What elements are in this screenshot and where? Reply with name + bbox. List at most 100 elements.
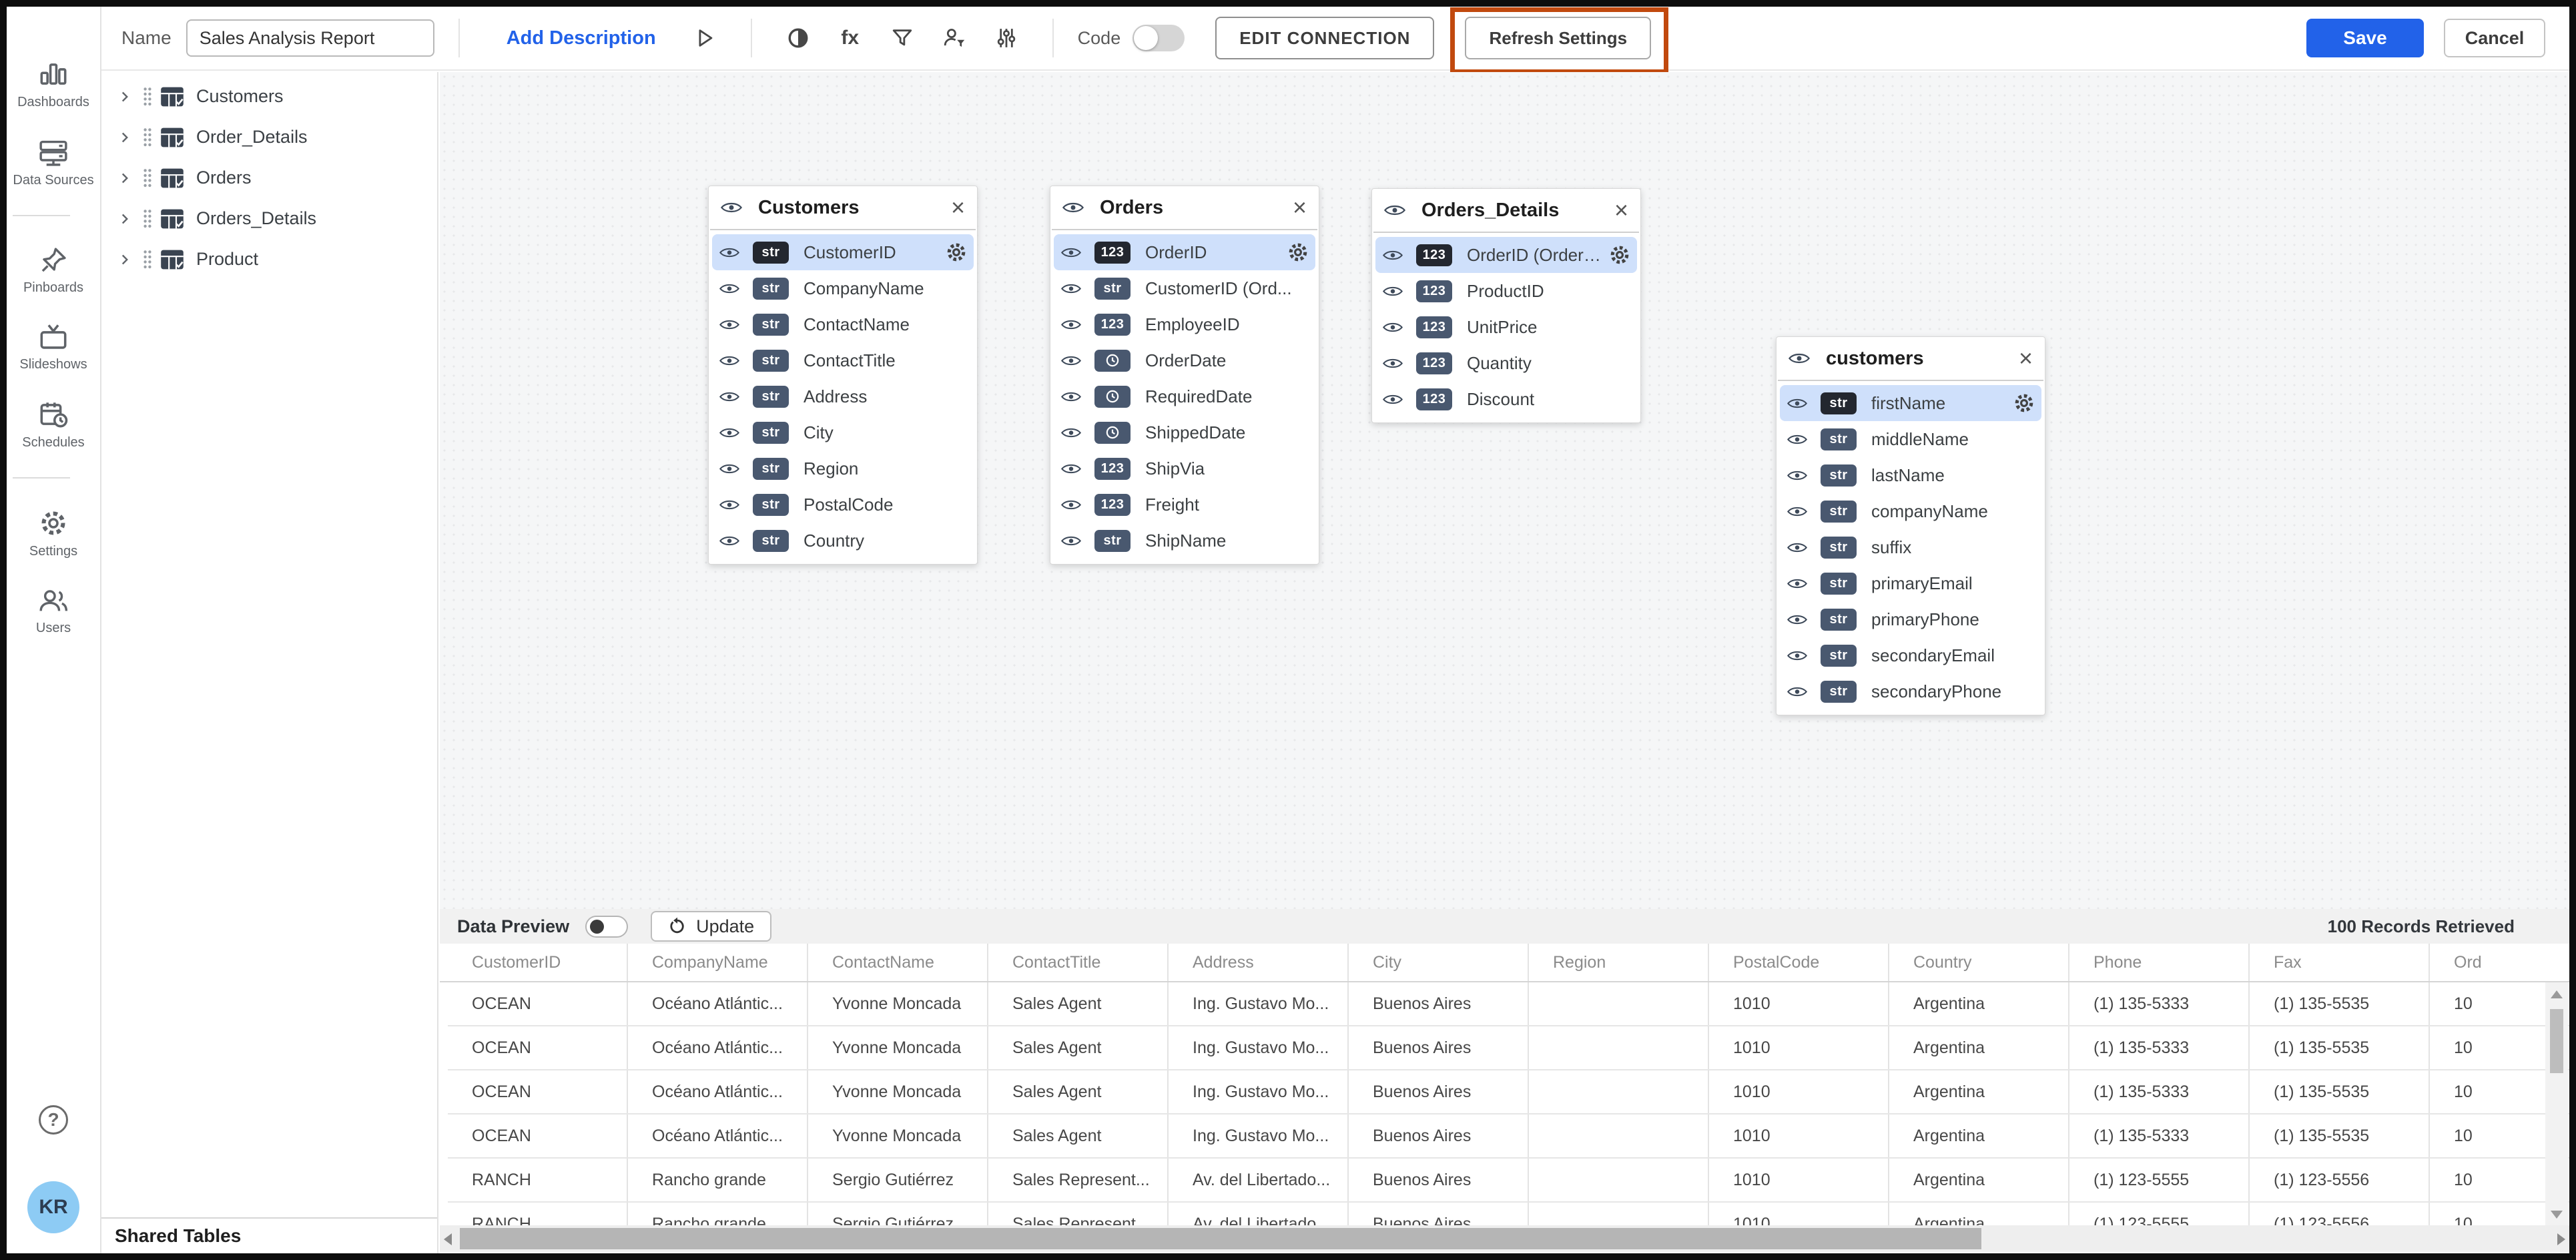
refresh-settings-button[interactable]: Refresh Settings: [1465, 17, 1651, 59]
sidebar-item-users[interactable]: Users: [13, 586, 93, 636]
field-row-country[interactable]: str Country: [709, 523, 977, 559]
field-row-companyname[interactable]: str CompanyName: [709, 270, 977, 306]
field-row-middlename[interactable]: str middleName: [1777, 421, 2045, 457]
help-icon[interactable]: ?: [39, 1105, 68, 1135]
field-row-orderid[interactable]: 123 OrderID: [1054, 234, 1315, 270]
table-card-customers[interactable]: customers × str firstName str middleName…: [1776, 336, 2045, 715]
drag-handle-icon[interactable]: [143, 87, 152, 107]
scroll-right-arrow[interactable]: [2557, 1233, 2565, 1245]
eye-icon[interactable]: [1789, 352, 1810, 365]
sliders-icon[interactable]: [991, 23, 1022, 53]
table-card-customers[interactable]: Customers × str CustomerID str CompanyNa…: [708, 186, 978, 565]
chevron-right-icon[interactable]: [116, 88, 133, 105]
sidebar-item-slideshows[interactable]: Slideshows: [13, 322, 93, 372]
gear-icon[interactable]: [1287, 241, 1309, 264]
field-row-lastname[interactable]: str lastName: [1777, 457, 2045, 493]
filter-icon[interactable]: [887, 23, 918, 53]
field-row-suffix[interactable]: str suffix: [1777, 529, 2045, 565]
close-icon[interactable]: ×: [951, 196, 965, 220]
field-row-secondaryemail[interactable]: str secondaryEmail: [1777, 637, 2045, 673]
close-icon[interactable]: ×: [2019, 346, 2033, 370]
eye-icon[interactable]: [719, 535, 739, 547]
field-row-productid[interactable]: 123 ProductID: [1372, 273, 1640, 309]
sidebar-item-data-sources[interactable]: Data Sources: [13, 137, 93, 188]
eye-icon[interactable]: [1383, 321, 1403, 334]
gear-icon[interactable]: [1608, 244, 1631, 266]
horizontal-scroll-thumb[interactable]: [460, 1228, 1981, 1249]
eye-icon[interactable]: [719, 390, 739, 403]
table-card-orders_details[interactable]: Orders_Details × 123 OrderID (Orders_De.…: [1371, 188, 1641, 423]
eye-icon[interactable]: [1061, 462, 1081, 475]
eye-icon[interactable]: [719, 499, 739, 511]
field-row-discount[interactable]: 123 Discount: [1372, 381, 1640, 417]
add-description-link[interactable]: Add Description: [507, 27, 656, 49]
field-row-freight[interactable]: 123 Freight: [1050, 487, 1319, 523]
field-row-region[interactable]: str Region: [709, 450, 977, 487]
drag-handle-icon[interactable]: [143, 250, 152, 270]
eye-icon[interactable]: [1383, 249, 1403, 262]
eye-icon[interactable]: [1383, 393, 1403, 406]
drag-handle-icon[interactable]: [143, 127, 152, 147]
eye-icon[interactable]: [1787, 613, 1807, 626]
field-row-companyname[interactable]: str companyName: [1777, 493, 2045, 529]
field-row-unitprice[interactable]: 123 UnitPrice: [1372, 309, 1640, 345]
eye-icon[interactable]: [719, 246, 739, 259]
sidebar-item-dashboards[interactable]: Dashboards: [13, 59, 93, 110]
field-row-city[interactable]: str City: [709, 414, 977, 450]
vertical-scrollbar[interactable]: [2545, 982, 2568, 1225]
eye-icon[interactable]: [1787, 433, 1807, 446]
eye-icon[interactable]: [1787, 685, 1807, 698]
data-preview-toggle[interactable]: [585, 916, 628, 938]
field-row-shippeddate[interactable]: ShippedDate: [1050, 414, 1319, 450]
eye-icon[interactable]: [1061, 354, 1081, 367]
sidebar-item-schedules[interactable]: Schedules: [13, 399, 93, 450]
tree-item-customers[interactable]: Customers: [101, 76, 437, 117]
field-row-orderid-orders-de-[interactable]: 123 OrderID (Orders_De...: [1375, 237, 1637, 273]
schema-canvas[interactable]: Customers × str CustomerID str CompanyNa…: [440, 72, 2569, 909]
horizontal-scrollbar[interactable]: [440, 1225, 2569, 1252]
play-icon[interactable]: [689, 23, 720, 53]
scroll-left-arrow[interactable]: [444, 1233, 452, 1245]
field-row-requireddate[interactable]: RequiredDate: [1050, 378, 1319, 414]
chevron-right-icon[interactable]: [116, 251, 133, 268]
chevron-right-icon[interactable]: [116, 129, 133, 146]
field-row-shipvia[interactable]: 123 ShipVia: [1050, 450, 1319, 487]
vertical-scroll-thumb[interactable]: [2550, 1009, 2563, 1073]
name-input[interactable]: [186, 19, 434, 57]
sidebar-item-settings[interactable]: Settings: [13, 508, 93, 559]
edit-connection-button[interactable]: EDIT CONNECTION: [1215, 17, 1434, 59]
field-row-contactname[interactable]: str ContactName: [709, 306, 977, 342]
field-row-contacttitle[interactable]: str ContactTitle: [709, 342, 977, 378]
field-row-firstname[interactable]: str firstName: [1780, 385, 2041, 421]
eye-icon[interactable]: [1061, 390, 1081, 403]
eye-icon[interactable]: [1787, 541, 1807, 554]
tree-item-order_details[interactable]: Order_Details: [101, 117, 437, 158]
field-row-primaryemail[interactable]: str primaryEmail: [1777, 565, 2045, 601]
update-button[interactable]: Update: [651, 911, 771, 942]
eye-icon[interactable]: [1787, 469, 1807, 482]
eye-icon[interactable]: [1061, 282, 1081, 295]
eye-icon[interactable]: [1787, 505, 1807, 518]
eye-icon[interactable]: [1787, 649, 1807, 662]
tree-item-orders[interactable]: Orders: [101, 158, 437, 198]
eye-icon[interactable]: [719, 354, 739, 367]
field-row-customerid[interactable]: str CustomerID: [712, 234, 974, 270]
scroll-up-arrow[interactable]: [2551, 990, 2563, 998]
eye-icon[interactable]: [1383, 357, 1403, 370]
eye-icon[interactable]: [719, 282, 739, 295]
eye-icon[interactable]: [1384, 204, 1405, 217]
tree-item-orders_details[interactable]: Orders_Details: [101, 198, 437, 239]
tree-item-product[interactable]: Product: [101, 239, 437, 280]
save-button[interactable]: Save: [2306, 19, 2424, 57]
eye-icon[interactable]: [1061, 246, 1081, 259]
eye-icon[interactable]: [1061, 499, 1081, 511]
eye-icon[interactable]: [719, 426, 739, 439]
code-toggle[interactable]: [1133, 25, 1185, 51]
chevron-right-icon[interactable]: [116, 170, 133, 187]
eye-icon[interactable]: [1787, 397, 1807, 410]
field-row-postalcode[interactable]: str PostalCode: [709, 487, 977, 523]
fx-icon[interactable]: fx: [835, 23, 866, 53]
eye-icon[interactable]: [719, 318, 739, 331]
cancel-button[interactable]: Cancel: [2444, 19, 2545, 57]
field-row-secondaryphone[interactable]: str secondaryPhone: [1777, 673, 2045, 709]
